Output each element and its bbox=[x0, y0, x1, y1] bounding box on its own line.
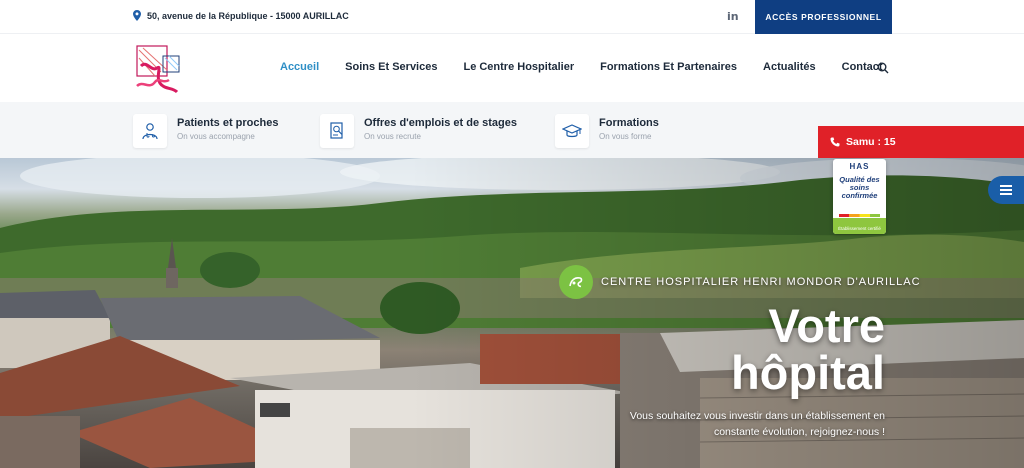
quick-link-subtitle: On vous recrute bbox=[364, 132, 421, 141]
quick-link-title: Patients et proches bbox=[177, 117, 279, 129]
nav-item-actualites[interactable]: Actualités bbox=[763, 61, 816, 73]
has-badge-text: Qualité des soins confirmée bbox=[839, 175, 880, 200]
hospital-logo[interactable] bbox=[133, 42, 185, 94]
has-badge-footer: Établissement certifié bbox=[838, 226, 881, 231]
hero-title-line1: Votre bbox=[768, 299, 885, 352]
address-text: 50, avenue de la République - 15000 AURI… bbox=[147, 10, 349, 21]
quick-link-emplois[interactable]: Offres d'emplois et de stages On vous re… bbox=[320, 114, 517, 148]
hero-title: Votre hôpital bbox=[731, 302, 885, 396]
document-icon bbox=[320, 114, 354, 148]
hero-tagline: CENTRE HOSPITALIER HENRI MONDOR D'AURILL… bbox=[559, 265, 921, 299]
samu-label: Samu : 15 bbox=[846, 136, 896, 148]
location-pin-icon bbox=[133, 10, 141, 21]
quick-link-subtitle: On vous accompagne bbox=[177, 132, 255, 141]
quick-link-formations[interactable]: Formations On vous forme bbox=[555, 114, 659, 148]
hero-subtitle: Vous souhaitez vous investir dans un éta… bbox=[629, 410, 885, 438]
doctor-icon bbox=[133, 114, 167, 148]
hamburger-icon bbox=[1000, 189, 1012, 191]
nav-item-accueil[interactable]: Accueil bbox=[280, 61, 319, 73]
side-menu-toggle[interactable] bbox=[988, 176, 1024, 204]
hero-title-line2: hôpital bbox=[730, 346, 885, 399]
nav-item-formations-partenaires[interactable]: Formations Et Partenaires bbox=[600, 61, 737, 73]
main-header: Accueil Soins Et Services Le Centre Hosp… bbox=[0, 34, 1024, 102]
quick-link-title: Offres d'emplois et de stages bbox=[364, 117, 517, 129]
nav-item-centre-hospitalier[interactable]: Le Centre Hospitalier bbox=[463, 61, 574, 73]
quick-link-patients[interactable]: Patients et proches On vous accompagne bbox=[133, 114, 278, 148]
main-navigation: Accueil Soins Et Services Le Centre Hosp… bbox=[280, 61, 909, 74]
search-icon[interactable] bbox=[877, 62, 889, 74]
linkedin-icon[interactable]: in bbox=[727, 10, 739, 23]
phone-icon bbox=[830, 137, 840, 147]
nav-item-soins-et-services[interactable]: Soins Et Services bbox=[345, 61, 437, 73]
samu-emergency-button[interactable]: Samu : 15 bbox=[818, 126, 1024, 158]
hero-tagline-text: CENTRE HOSPITALIER HENRI MONDOR D'AURILL… bbox=[601, 276, 921, 288]
quick-link-title: Formations bbox=[599, 117, 659, 129]
professional-access-button[interactable]: ACCÈS PROFESSIONNEL bbox=[755, 0, 892, 34]
hospital-emblem-icon bbox=[559, 265, 593, 299]
address: 50, avenue de la République - 15000 AURI… bbox=[133, 10, 349, 21]
has-logo: HAS bbox=[849, 162, 870, 171]
graduation-cap-icon bbox=[555, 114, 589, 148]
top-bar: 50, avenue de la République - 15000 AURI… bbox=[0, 0, 1024, 34]
has-certification-badge[interactable]: HAS Qualité des soins confirmée Établiss… bbox=[833, 159, 886, 234]
quick-link-subtitle: On vous forme bbox=[599, 132, 652, 141]
